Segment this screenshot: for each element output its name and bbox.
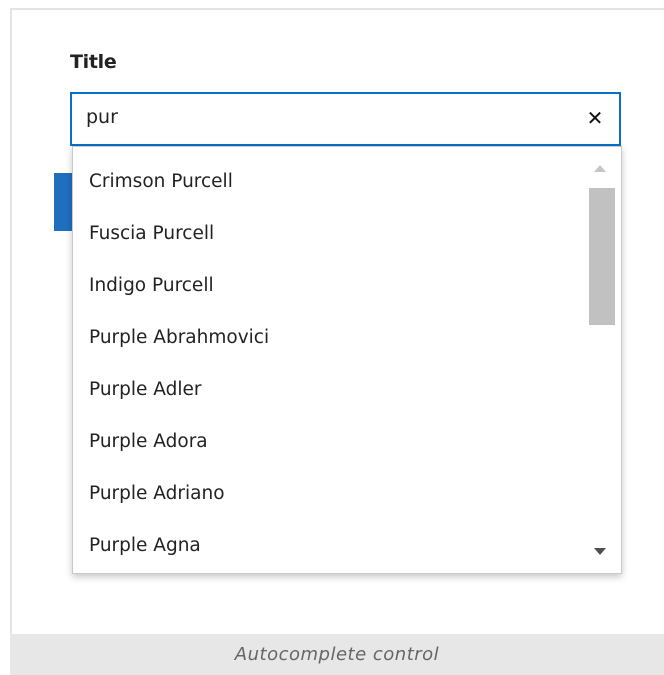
suggestion-list: Crimson Purcell Fuscia Purcell Indigo Pu… xyxy=(73,156,578,572)
list-item[interactable]: Purple Adler xyxy=(73,364,578,416)
input-value[interactable]: pur xyxy=(86,106,118,128)
figure-caption: Autocomplete control xyxy=(10,634,664,675)
list-item[interactable]: Purple Adriano xyxy=(73,468,578,520)
clear-icon[interactable]: ✕ xyxy=(585,106,605,130)
scroll-down-arrow-icon[interactable] xyxy=(594,548,606,555)
scrollbar[interactable] xyxy=(581,147,621,573)
scrollbar-thumb[interactable] xyxy=(589,188,615,325)
list-item[interactable]: Crimson Purcell xyxy=(73,156,578,208)
autocomplete-input[interactable]: pur ✕ xyxy=(70,92,621,146)
list-item[interactable]: Fuscia Purcell xyxy=(73,208,578,260)
list-item[interactable]: Purple Adora xyxy=(73,416,578,468)
scroll-up-arrow-icon[interactable] xyxy=(594,165,606,172)
field-label: Title xyxy=(70,51,117,73)
list-item[interactable]: Indigo Purcell xyxy=(73,260,578,312)
list-item[interactable]: Purple Agna xyxy=(73,520,578,572)
suggestion-dropdown[interactable]: Crimson Purcell Fuscia Purcell Indigo Pu… xyxy=(72,146,622,574)
background-button xyxy=(54,173,72,231)
list-item[interactable]: Purple Abrahmovici xyxy=(73,312,578,364)
